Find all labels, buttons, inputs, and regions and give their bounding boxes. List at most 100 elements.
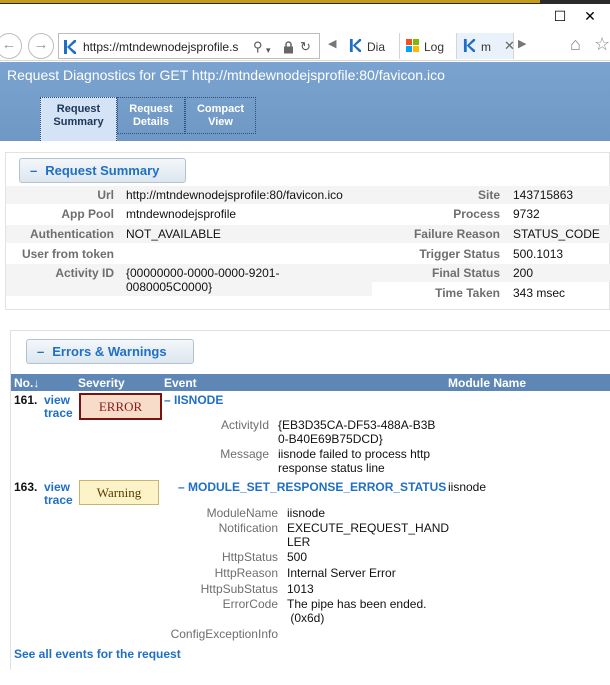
tab-log[interactable]: Log: [400, 33, 457, 59]
field-value: 200: [513, 266, 534, 280]
field-label: HttpSubStatus: [200, 582, 278, 596]
k-logo-icon: [349, 39, 362, 52]
tab-compact-view[interactable]: Compact View: [185, 97, 256, 134]
tab-request-summary[interactable]: Request Summary: [40, 97, 117, 141]
home-icon[interactable]: ⌂: [570, 34, 581, 55]
k-logo-icon: [64, 40, 76, 54]
field-value: 500.1013: [513, 247, 564, 261]
forward-arrow-icon: →: [33, 36, 49, 53]
summary-row: Authentication NOT_AVAILABLE: [6, 225, 372, 243]
tabs-scroll-left-icon[interactable]: ◀: [328, 37, 336, 50]
address-bar[interactable]: https://mtndewnodejsprofile.s ⚲ ▾ ↻: [58, 33, 320, 59]
tab-label: Log: [424, 40, 445, 54]
column-header-module[interactable]: Module Name: [448, 376, 526, 390]
field-label: ErrorCode: [222, 597, 278, 611]
maximize-button[interactable]: ☐: [550, 6, 570, 26]
tab-label: Compact: [196, 103, 245, 115]
summary-row: Site 143715863: [372, 186, 610, 204]
tab-active[interactable]: m ✕: [457, 33, 515, 59]
browser-chrome: ☐ ✕ ← → https://mtndewnodejsprofile.s ⚲ …: [0, 0, 610, 62]
field-value: response status line: [278, 461, 385, 475]
dropdown-icon[interactable]: ▾: [266, 42, 271, 58]
summary-row: Final Status 200: [372, 264, 610, 282]
forward-button[interactable]: →: [28, 33, 54, 59]
column-header-no[interactable]: No.↓: [14, 376, 39, 390]
summary-row: User from token: [6, 245, 372, 263]
summary-row: Failure Reason STATUS_CODE: [372, 225, 610, 243]
field-value: 0080005C0000}: [126, 280, 213, 294]
field-label: Final Status: [431, 266, 500, 280]
tabs-scroll-right-icon[interactable]: ▶: [518, 37, 526, 50]
field-value: 9732: [513, 207, 540, 221]
column-header-event[interactable]: Event: [164, 376, 197, 390]
errors-table-header: No.↓ Severity Event Module Name: [11, 374, 610, 391]
summary-row: Time Taken 343 msec: [372, 284, 610, 302]
field-label: ActivityId: [220, 418, 269, 432]
field-label: User from token: [21, 247, 114, 261]
refresh-icon[interactable]: ↻: [300, 39, 311, 55]
k-logo-icon: [463, 39, 476, 52]
tab-label: Request: [129, 103, 173, 115]
field-label: ModuleName: [206, 506, 278, 520]
close-tab-icon[interactable]: ✕: [504, 38, 515, 54]
view-trace-link[interactable]: view: [44, 480, 70, 494]
field-label: Notification: [218, 521, 278, 535]
field-value: EXECUTE_REQUEST_HAND: [287, 521, 450, 535]
module-name: iisnode: [448, 480, 487, 494]
field-label: HttpStatus: [221, 550, 278, 564]
tab-label: View: [208, 116, 233, 128]
event-name[interactable]: – IISNODE: [164, 393, 223, 407]
close-window-button[interactable]: ✕: [580, 6, 600, 26]
request-summary-panel: – Request Summary Url http://mtndewnodejs…: [5, 152, 610, 310]
field-value: http://mtndewnodejsprofile:80/favicon.ic…: [126, 188, 343, 202]
address-url[interactable]: https://mtndewnodejsprofile.s: [83, 40, 251, 54]
field-value: LER: [287, 535, 311, 549]
row-number: 163.: [14, 480, 38, 494]
field-label: ConfigExceptionInfo: [170, 627, 278, 641]
field-label: Url: [97, 188, 114, 202]
view-trace-link[interactable]: view: [44, 393, 70, 407]
section-title: Errors & Warnings: [52, 344, 167, 359]
field-label: App Pool: [61, 207, 114, 221]
tab-diagnostics[interactable]: Dia: [343, 33, 400, 59]
field-label: Trigger Status: [419, 247, 500, 261]
tab-label: Summary: [53, 116, 104, 128]
field-value: NOT_AVAILABLE: [126, 227, 221, 241]
field-value: 343 msec: [513, 286, 566, 300]
windows-logo-icon: [406, 39, 419, 52]
request-summary-toggle[interactable]: – Request Summary: [19, 158, 186, 183]
table-row: 163. view trace Warning – MODULE_SET_RES…: [11, 480, 610, 645]
collapse-icon: –: [30, 163, 38, 178]
page-title: Request Diagnostics for GET http://mtnde…: [7, 67, 445, 83]
summary-row: App Pool mtndewnodejsprofile: [6, 205, 372, 223]
field-label: Time Taken: [435, 286, 500, 300]
view-trace-link[interactable]: trace: [44, 406, 73, 420]
summary-row: Trigger Status 500.1013: [372, 245, 610, 263]
back-button[interactable]: ←: [0, 33, 22, 59]
summary-row: Process 9732: [372, 205, 610, 223]
section-title: Request Summary: [45, 163, 160, 178]
tab-label: Dia: [367, 40, 386, 54]
event-name[interactable]: – MODULE_SET_RESPONSE_ERROR_STATUS: [178, 480, 446, 494]
field-label: Message: [220, 447, 269, 461]
field-label: Failure Reason: [413, 227, 500, 241]
search-icon[interactable]: ⚲: [253, 39, 263, 55]
severity-badge-error: ERROR: [79, 393, 162, 420]
errors-warnings-panel: – Errors & Warnings No.↓ Severity Event M…: [10, 330, 610, 670]
tab-request-details[interactable]: Request Details: [117, 97, 185, 134]
tab-label: Details: [132, 116, 170, 128]
field-value: (0x6d): [287, 611, 325, 625]
lock-icon[interactable]: [283, 41, 294, 54]
field-value: Internal Server Error: [287, 566, 396, 580]
see-all-events-link[interactable]: See all events for the request: [14, 647, 181, 661]
favorites-star-icon[interactable]: ☆: [594, 34, 610, 55]
row-number: 161.: [14, 393, 38, 407]
back-arrow-icon: ←: [1, 36, 17, 53]
browser-toolbar: ← → https://mtndewnodejsprofile.s ⚲ ▾ ↻ …: [0, 31, 610, 61]
column-header-severity[interactable]: Severity: [78, 376, 125, 390]
field-value: iisnode failed to process http: [278, 447, 431, 461]
field-value: iisnode: [287, 506, 326, 520]
field-label: HttpReason: [214, 566, 278, 580]
view-trace-link[interactable]: trace: [44, 493, 73, 507]
errors-warnings-toggle[interactable]: – Errors & Warnings: [26, 339, 194, 364]
